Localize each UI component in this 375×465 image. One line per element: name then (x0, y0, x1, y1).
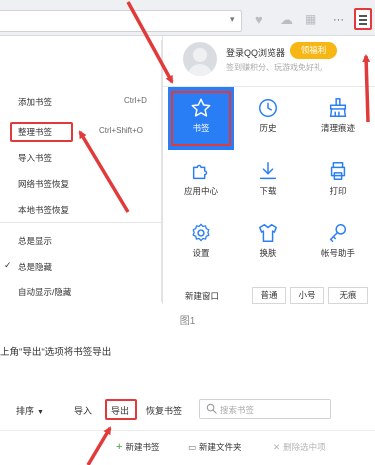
arrow-to-organize (78, 130, 130, 213)
screenshot-stage: ▾ ♥ ☁ ▦ ··· 添加书签 Ctrl+D 整理书签 Ctrl+Shift+… (0, 0, 375, 465)
arrow-to-menu (362, 54, 371, 123)
arrow-to-export (86, 426, 112, 465)
arrow-to-bookmarks (126, 1, 174, 84)
annotation-arrows (78, 1, 371, 465)
